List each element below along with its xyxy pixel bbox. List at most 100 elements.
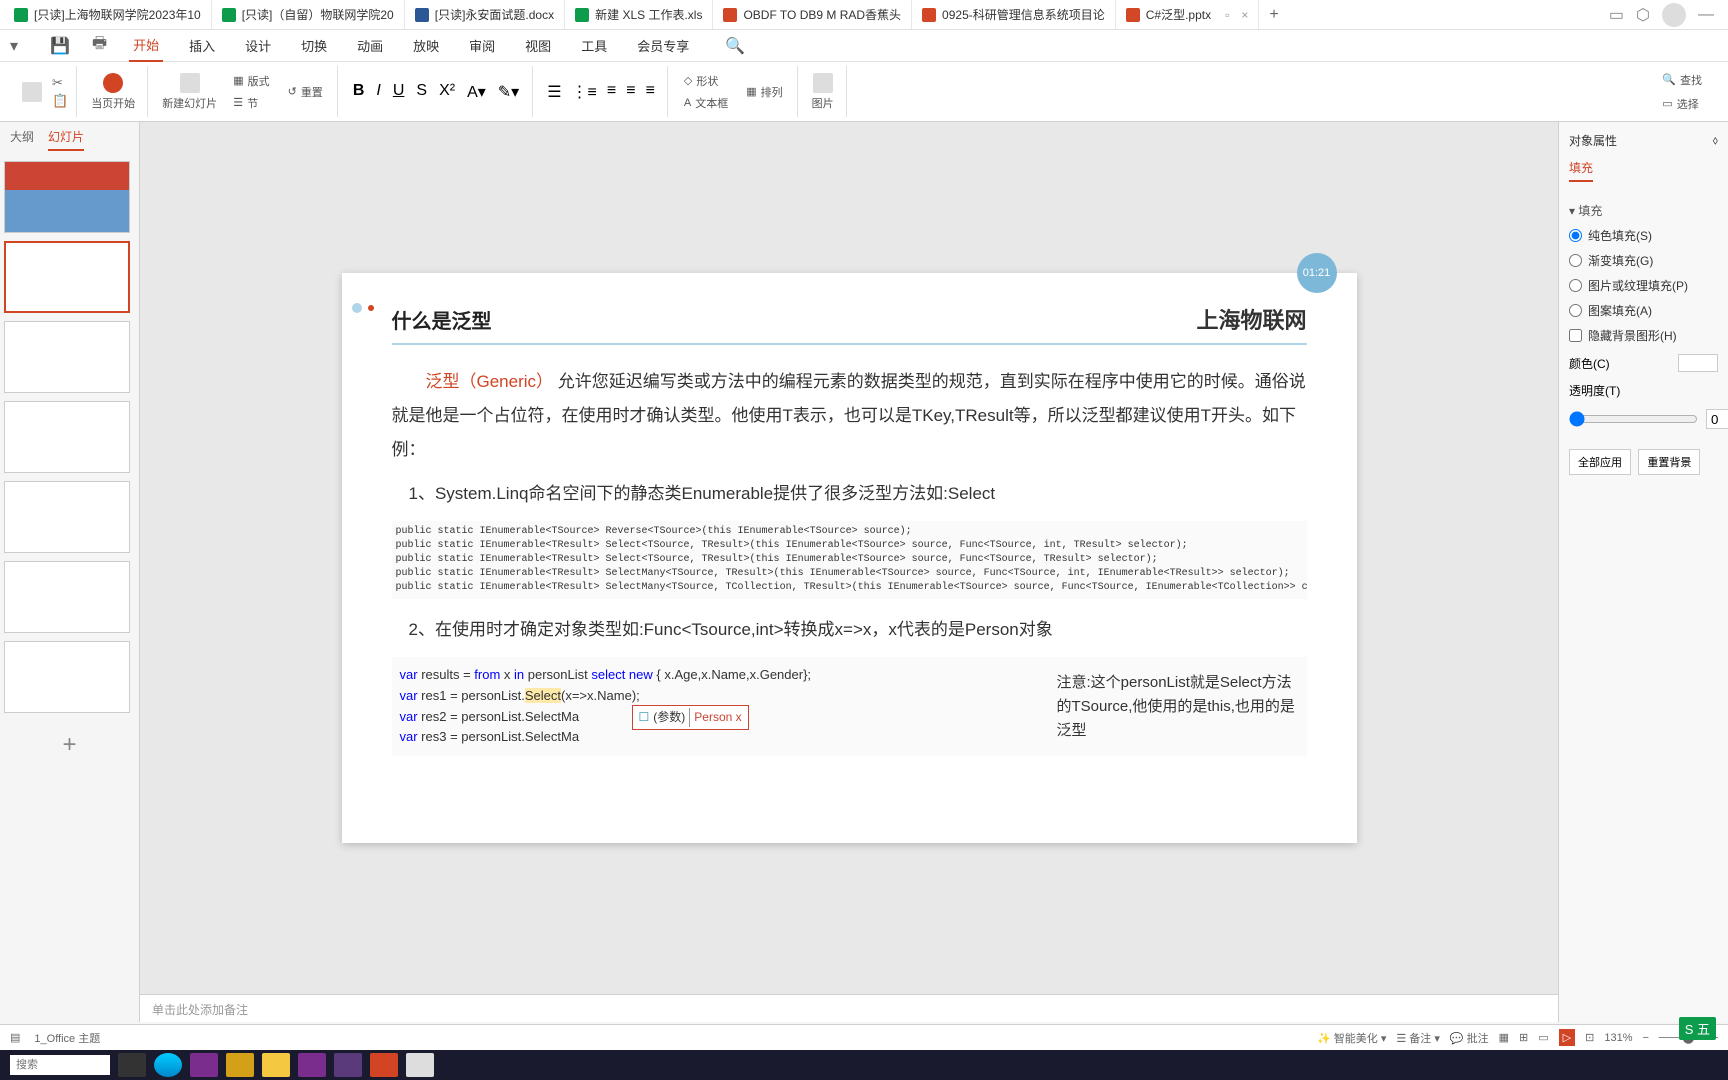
theme-icon[interactable]: ▤ [10,1031,20,1044]
ribbon-tab-home[interactable]: 开始 [129,29,163,62]
view-normal-icon[interactable]: ▦ [1499,1031,1509,1044]
slide-thumb-3[interactable] [4,321,130,393]
align-center-button[interactable]: ≡ [622,80,639,104]
slide-thumb-2[interactable] [4,241,130,313]
cube-icon[interactable]: ⬡ [1636,5,1650,25]
ribbon-tab-animation[interactable]: 动画 [353,30,387,61]
color-picker[interactable] [1678,354,1718,372]
pattern-fill-option[interactable]: 图案填充(A) [1569,302,1718,319]
picture-button[interactable]: 图片 [808,71,838,113]
start-from-current-button[interactable]: 当页开始 [87,71,139,113]
underline-button[interactable]: U [388,80,410,104]
app-icon-4[interactable] [406,1053,434,1077]
user-avatar[interactable] [1662,3,1686,27]
comments-button[interactable]: 💬 批注 [1450,1030,1489,1046]
slides-tab[interactable]: 幻灯片 [48,128,84,151]
ribbon-tab-slideshow[interactable]: 放映 [409,30,443,61]
slide-canvas[interactable]: 01:21 什么是泛型 上海物联网 泛型（Generic） 允许您延迟编写类或方… [342,273,1357,843]
slide-thumb-5[interactable] [4,481,130,553]
beautify-button[interactable]: ✨ 智能美化 ▾ [1317,1030,1386,1046]
doc-tab-4[interactable]: OBDF TO DB9 M RAD香蕉头 [713,0,912,29]
bullet-list-button[interactable]: ☰ [543,80,565,104]
add-slide-button[interactable]: + [4,721,135,769]
picture-fill-option[interactable]: 图片或纹理填充(P) [1569,277,1718,294]
app-icon-2[interactable] [226,1053,254,1077]
window-minimize[interactable]: — [1698,6,1714,24]
number-list-button[interactable]: ⋮≡ [568,80,601,104]
search-icon[interactable]: 🔍 [725,36,745,56]
view-slideshow-icon[interactable]: ▷ [1559,1029,1575,1046]
fill-group-label[interactable]: ▾ 填充 [1569,202,1718,219]
quick-save-icon[interactable]: 💾 [50,36,70,56]
italic-button[interactable]: I [371,80,385,104]
ime-indicator[interactable]: S 五 [1679,1017,1716,1040]
fit-icon[interactable]: ⊡ [1585,1031,1594,1044]
doc-tab-1[interactable]: [只读]（自留）物联网学院20 [212,0,405,29]
strikethrough-button[interactable]: S [411,80,432,104]
theme-label[interactable]: 1_Office 主题 [34,1030,100,1046]
taskbar-search[interactable] [10,1055,110,1075]
textbox-button[interactable]: A文本框 [678,93,734,113]
hide-bg-checkbox[interactable]: 隐藏背景图形(H) [1569,327,1718,344]
new-slide-button[interactable]: 新建幻灯片 [158,71,221,113]
section-button[interactable]: ☰节 [227,93,275,113]
app-icon-3[interactable] [334,1053,362,1077]
arrange-button[interactable]: ▦排列 [740,82,788,102]
reset-bg-button[interactable]: 重置背景 [1638,449,1700,475]
gradient-fill-option[interactable]: 渐变填充(G) [1569,252,1718,269]
font-color-button[interactable]: A▾ [462,80,491,104]
pin-icon[interactable]: ⬨ [1713,133,1718,148]
slide-thumb-4[interactable] [4,401,130,473]
doc-tab-6[interactable]: C#泛型.pptx▫× [1116,0,1260,29]
slide-thumb-6[interactable] [4,561,130,633]
file-menu-icon[interactable]: ▾ [10,36,28,56]
new-tab-button[interactable]: + [1259,6,1288,24]
apply-all-button[interactable]: 全部应用 [1569,449,1631,475]
quick-print-icon[interactable]: 🖶 [92,32,107,59]
slide-thumb-7[interactable] [4,641,130,713]
doc-tab-5[interactable]: 0925-科研管理信息系统项目论 [912,0,1116,29]
bold-button[interactable]: B [348,80,370,104]
panel-icon[interactable]: ▭ [1609,5,1624,25]
shape-button[interactable]: ◇形状 [678,71,734,91]
find-button[interactable]: 🔍查找 [1656,70,1708,90]
ribbon-tab-transition[interactable]: 切换 [297,30,331,61]
outline-tab[interactable]: 大纲 [10,128,34,151]
app-icon-1[interactable] [190,1053,218,1077]
task-view-icon[interactable] [118,1053,146,1077]
select-button[interactable]: ▭选择 [1656,94,1708,114]
paste-button[interactable] [18,80,46,104]
highlight-button[interactable]: ✎▾ [493,80,524,104]
copy-icon[interactable]: 📋 [52,93,68,109]
ribbon-tab-tools[interactable]: 工具 [577,30,611,61]
zoom-label[interactable]: 131% [1604,1032,1632,1044]
close-icon[interactable]: × [1241,8,1248,22]
doc-tab-0[interactable]: [只读]上海物联网学院2023年10 [4,0,212,29]
onenote-icon[interactable] [298,1053,326,1077]
view-reading-icon[interactable]: ▭ [1538,1031,1548,1044]
ribbon-tab-view[interactable]: 视图 [521,30,555,61]
layout-button[interactable]: ▦版式 [227,71,275,91]
view-sorter-icon[interactable]: ⊞ [1519,1031,1528,1044]
zoom-out-button[interactable]: − [1642,1032,1648,1044]
opacity-slider[interactable] [1569,411,1698,427]
restore-icon[interactable]: ▫ [1225,8,1229,22]
reset-button[interactable]: ↺重置 [282,82,329,102]
ribbon-tab-insert[interactable]: 插入 [185,30,219,61]
notes-area[interactable]: 单击此处添加备注 [140,994,1558,1022]
superscript-button[interactable]: X² [434,80,460,104]
explorer-icon[interactable] [262,1053,290,1077]
cut-icon[interactable]: ✂ [52,75,68,91]
align-left-button[interactable]: ≡ [603,80,620,104]
ribbon-tab-review[interactable]: 审阅 [465,30,499,61]
ribbon-tab-design[interactable]: 设计 [241,30,275,61]
align-right-button[interactable]: ≡ [642,80,659,104]
slide-thumb-1[interactable] [4,161,130,233]
doc-tab-2[interactable]: [只读]永安面试题.docx [405,0,565,29]
notes-button[interactable]: ☰ 备注 ▾ [1396,1030,1440,1046]
opacity-input[interactable] [1706,409,1728,429]
doc-tab-3[interactable]: 新建 XLS 工作表.xls [565,0,713,29]
wps-icon[interactable] [370,1053,398,1077]
fill-section-tab[interactable]: 填充 [1569,159,1593,182]
solid-fill-option[interactable]: 纯色填充(S) [1569,227,1718,244]
